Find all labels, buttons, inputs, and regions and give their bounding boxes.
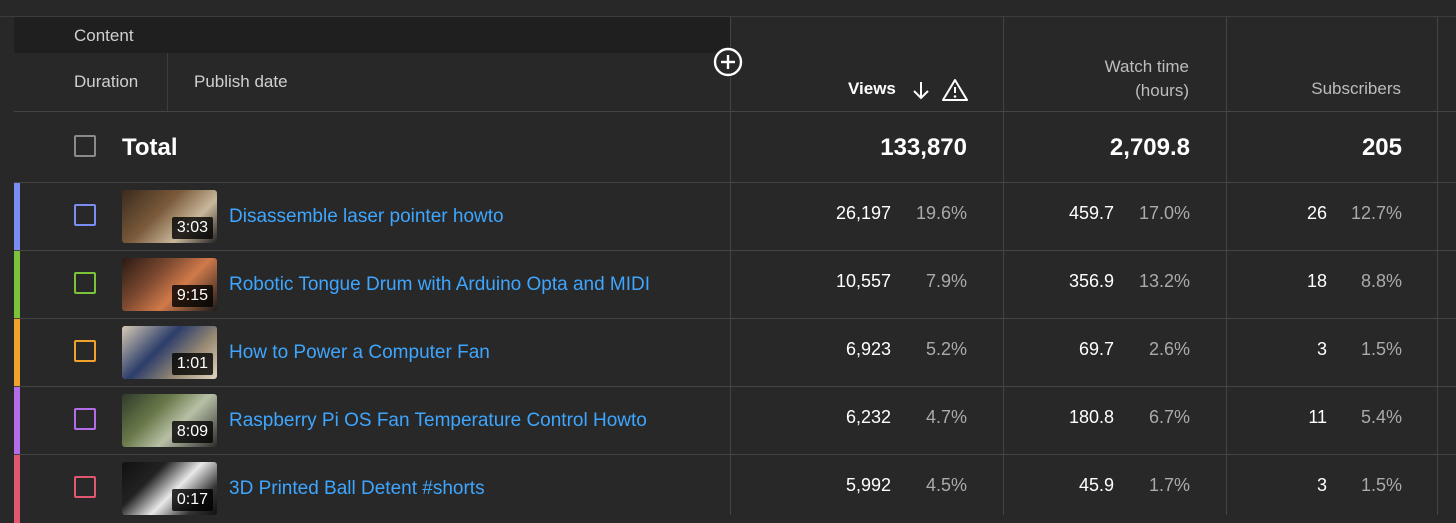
views-percent: 5.2% bbox=[925, 339, 967, 359]
watch-time-column-header[interactable]: Watch time (hours) bbox=[1004, 55, 1189, 103]
series-color-stripe bbox=[14, 387, 20, 455]
video-thumbnail[interactable]: 8:09 bbox=[122, 394, 217, 447]
subscribers-percent: 1.5% bbox=[1360, 475, 1402, 495]
views-column-header[interactable]: Views bbox=[848, 79, 896, 99]
views-value: 6,232 bbox=[845, 407, 891, 427]
video-title-link[interactable]: How to Power a Computer Fan bbox=[229, 342, 490, 364]
subscribers-percent: 8.8% bbox=[1360, 271, 1402, 291]
views-percent: 4.5% bbox=[925, 475, 967, 495]
table-row[interactable]: 9:15 Robotic Tongue Drum with Arduino Opt… bbox=[0, 251, 1456, 319]
subscribers-value: 3 bbox=[1316, 339, 1327, 359]
add-circle-icon bbox=[713, 47, 743, 77]
watch-time-unit: (hours) bbox=[1135, 81, 1189, 100]
total-label: Total bbox=[122, 134, 178, 161]
views-value: 6,923 bbox=[845, 339, 891, 359]
video-title-link[interactable]: Disassemble laser pointer howto bbox=[229, 206, 504, 228]
watch-time-value: 356.9 bbox=[1068, 271, 1114, 291]
subscribers-value: 26 bbox=[1306, 203, 1327, 223]
series-color-stripe bbox=[14, 455, 20, 523]
views-value: 26,197 bbox=[835, 203, 891, 223]
subscribers-percent: 5.4% bbox=[1360, 407, 1402, 427]
table-row[interactable]: 3:03 Disassemble laser pointer howto 26,19… bbox=[0, 183, 1456, 251]
video-duration: 8:09 bbox=[171, 421, 213, 443]
subscribers-value: 3 bbox=[1316, 475, 1327, 495]
series-color-stripe bbox=[14, 251, 20, 319]
duration-column-header[interactable]: Duration bbox=[74, 72, 138, 92]
subscribers-percent: 12.7% bbox=[1350, 203, 1402, 223]
watch-time-percent: 6.7% bbox=[1148, 407, 1190, 427]
subscribers-value: 18 bbox=[1306, 271, 1327, 291]
views-percent: 4.7% bbox=[925, 407, 967, 427]
select-all-checkbox[interactable] bbox=[74, 135, 96, 157]
views-percent: 7.9% bbox=[925, 271, 967, 291]
subscribers-column-header[interactable]: Subscribers bbox=[1228, 79, 1401, 99]
row-checkbox[interactable] bbox=[74, 340, 96, 362]
watch-time-value: 45.9 bbox=[1078, 475, 1114, 495]
watch-time-value: 459.7 bbox=[1068, 203, 1114, 223]
views-percent: 19.6% bbox=[915, 203, 967, 223]
subscribers-value: 11 bbox=[1308, 407, 1327, 427]
row-checkbox[interactable] bbox=[74, 408, 96, 430]
video-title-link[interactable]: Raspberry Pi OS Fan Temperature Control … bbox=[229, 410, 647, 432]
total-subscribers: 205 bbox=[1361, 134, 1402, 161]
add-column-button[interactable] bbox=[713, 47, 743, 77]
publish-date-column-header[interactable]: Publish date bbox=[194, 72, 288, 92]
series-color-stripe bbox=[14, 319, 20, 387]
series-color-stripe bbox=[14, 183, 20, 251]
video-thumbnail[interactable]: 3:03 bbox=[122, 190, 217, 243]
watch-time-percent: 1.7% bbox=[1148, 475, 1190, 495]
total-views: 133,870 bbox=[880, 134, 967, 161]
warning-triangle-icon[interactable] bbox=[942, 78, 968, 107]
table-row[interactable]: 8:09 Raspberry Pi OS Fan Temperature Cont… bbox=[0, 387, 1456, 455]
row-checkbox[interactable] bbox=[74, 204, 96, 226]
views-value: 10,557 bbox=[835, 271, 891, 291]
watch-time-label: Watch time bbox=[1104, 57, 1189, 76]
row-checkbox[interactable] bbox=[74, 476, 96, 498]
views-value: 5,992 bbox=[845, 475, 891, 495]
arrow-down-icon[interactable] bbox=[910, 79, 932, 106]
video-duration: 9:15 bbox=[171, 285, 213, 307]
video-title-link[interactable]: Robotic Tongue Drum with Arduino Opta an… bbox=[229, 274, 650, 296]
video-duration: 0:17 bbox=[171, 489, 213, 511]
watch-time-value: 69.7 bbox=[1078, 339, 1114, 359]
watch-time-percent: 13.2% bbox=[1138, 271, 1190, 291]
video-duration: 1:01 bbox=[171, 353, 213, 375]
video-duration: 3:03 bbox=[171, 217, 213, 239]
watch-time-percent: 2.6% bbox=[1148, 339, 1190, 359]
video-thumbnail[interactable]: 9:15 bbox=[122, 258, 217, 311]
video-title-link[interactable]: 3D Printed Ball Detent #shorts bbox=[229, 478, 485, 500]
watch-time-value: 180.8 bbox=[1068, 407, 1114, 427]
header-divider bbox=[167, 53, 168, 111]
content-column-header[interactable]: Content bbox=[74, 26, 134, 46]
row-divider bbox=[14, 111, 1456, 112]
watch-time-percent: 17.0% bbox=[1138, 203, 1190, 223]
table-row[interactable]: 1:01 How to Power a Computer Fan 6,923 5.2%… bbox=[0, 319, 1456, 387]
total-watch-time: 2,709.8 bbox=[1109, 134, 1190, 161]
video-thumbnail[interactable]: 1:01 bbox=[122, 326, 217, 379]
video-thumbnail[interactable]: 0:17 bbox=[122, 462, 217, 515]
table-row[interactable]: 0:17 3D Printed Ball Detent #shorts 5,992 4… bbox=[0, 455, 1456, 523]
subscribers-percent: 1.5% bbox=[1360, 339, 1402, 359]
row-checkbox[interactable] bbox=[74, 272, 96, 294]
